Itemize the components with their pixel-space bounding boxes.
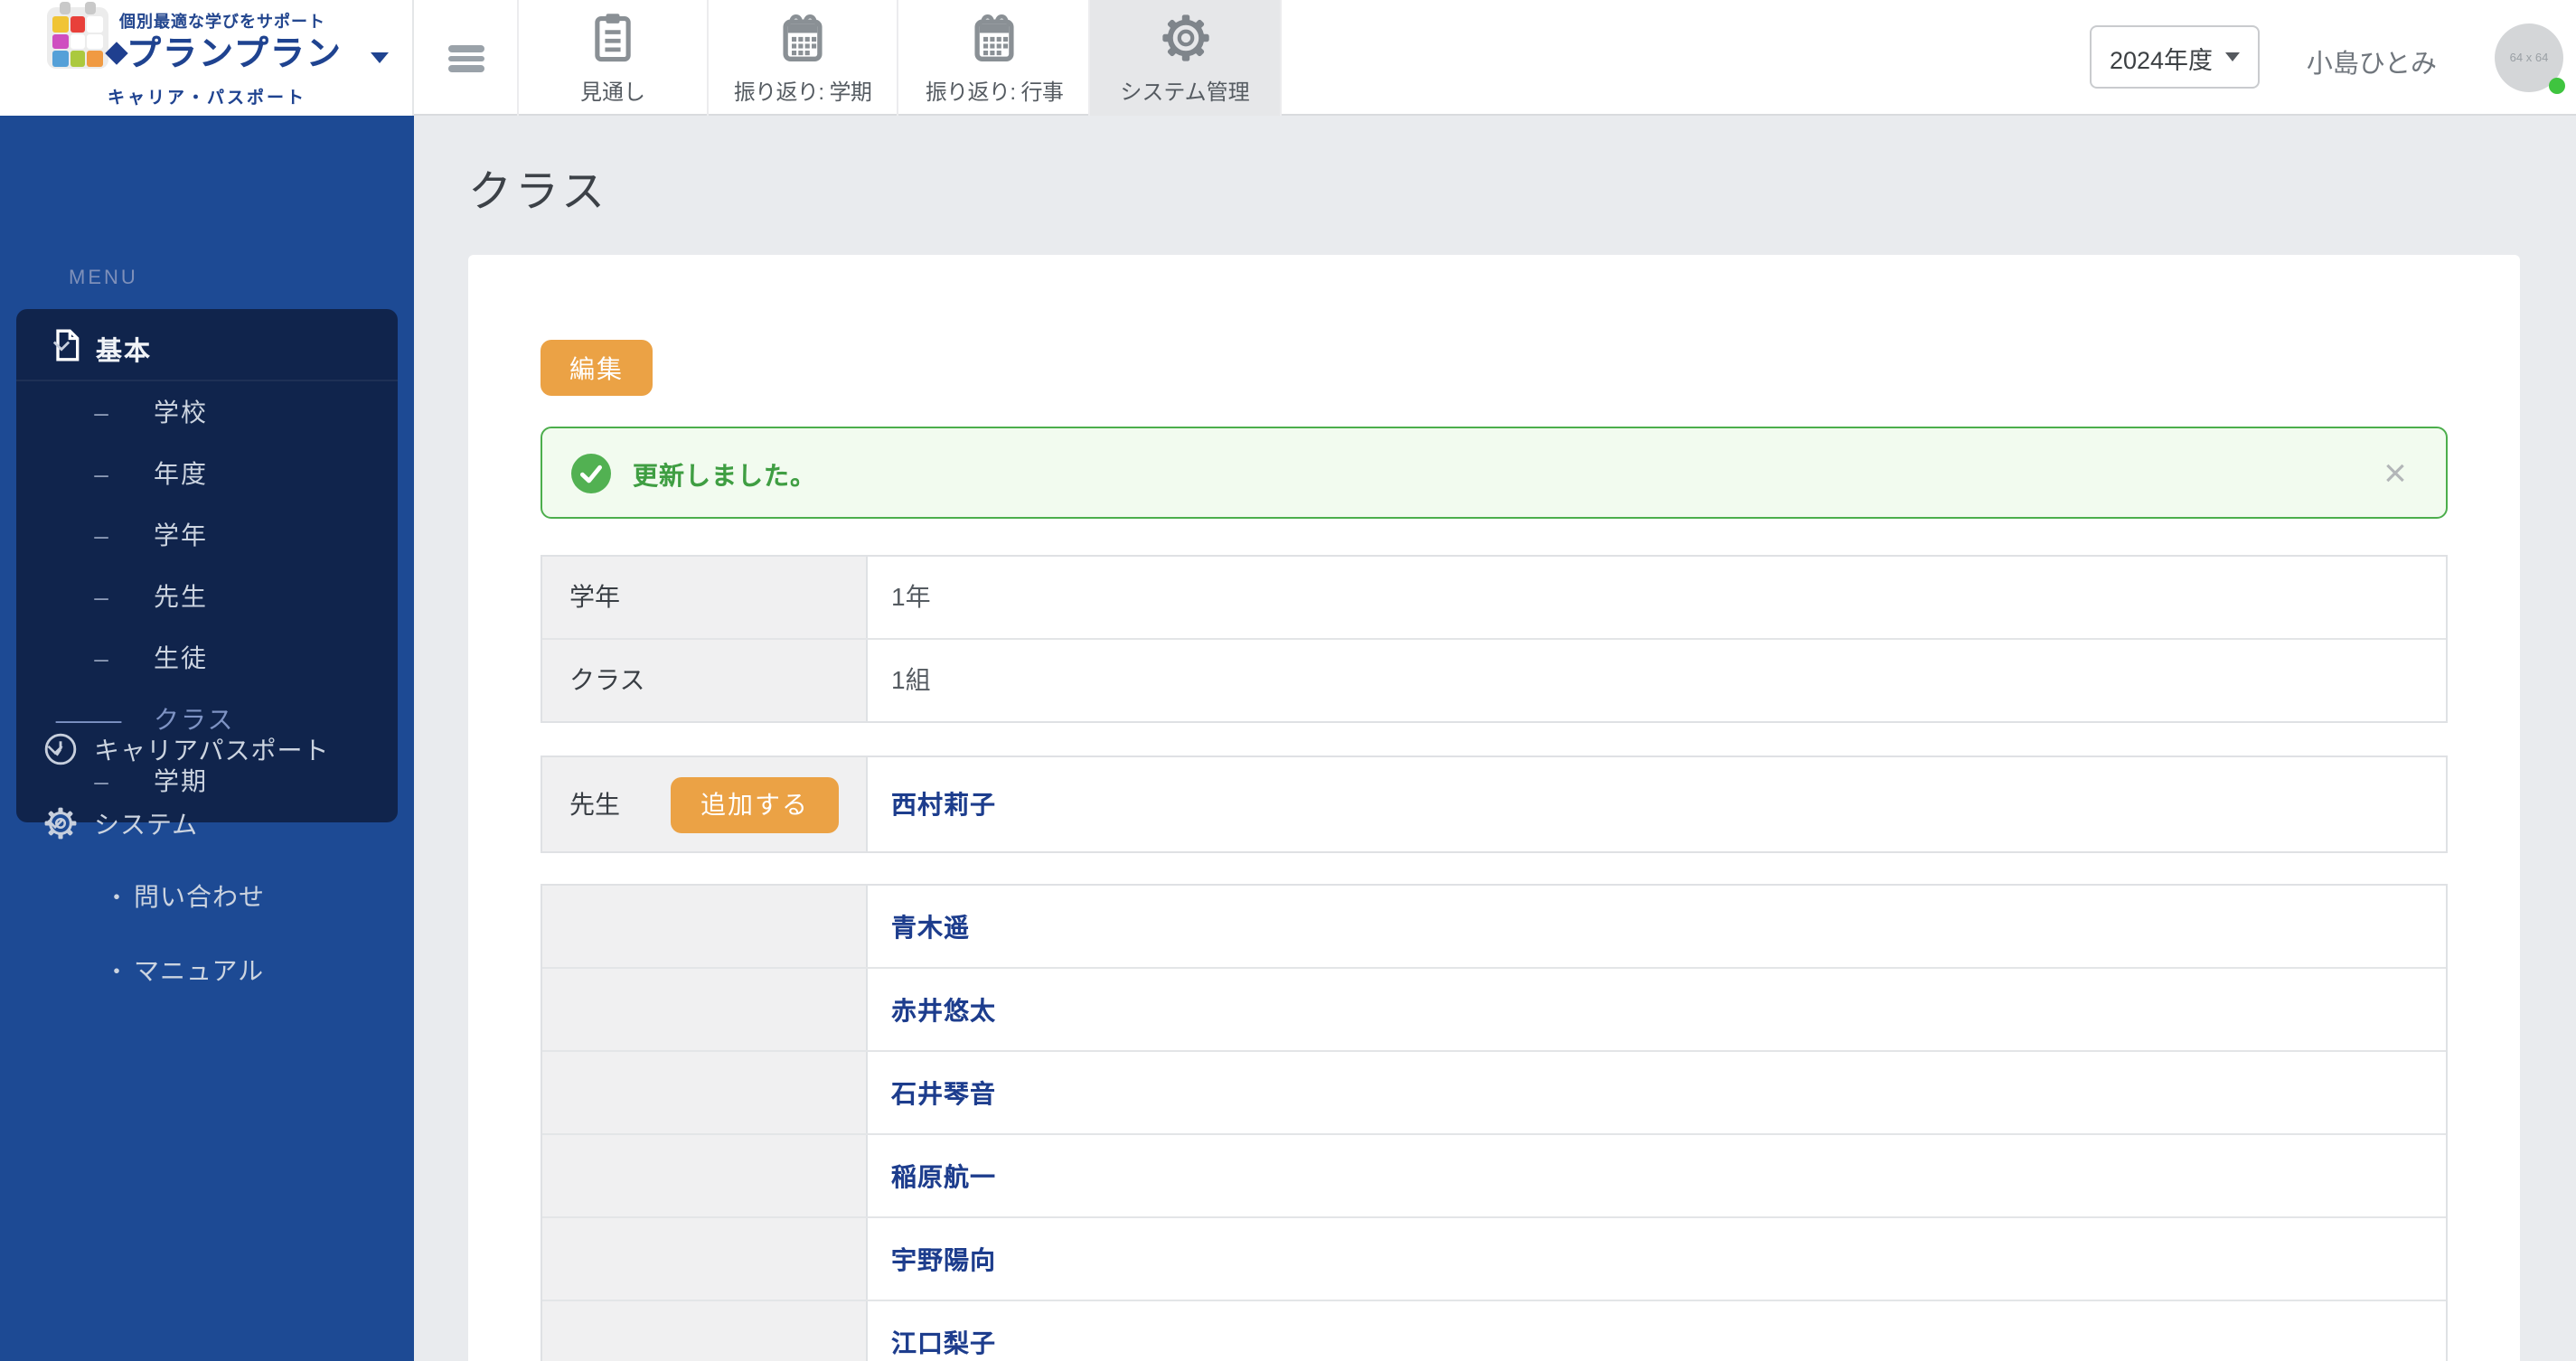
row-label: 学年 — [542, 557, 868, 637]
online-status-dot — [2549, 78, 2565, 94]
student-link[interactable]: 江口梨子 — [891, 1325, 996, 1361]
sidebar-item-sensei[interactable]: – 先生 — [16, 566, 398, 627]
hamburger-icon — [448, 55, 484, 61]
year-selector[interactable]: 2024年度 — [2090, 25, 2260, 89]
page-title: クラス — [468, 168, 609, 217]
user-name: 小島ひとみ — [2306, 51, 2438, 80]
brand-subtitle: キャリア・パスポート — [107, 89, 306, 108]
sidebar-item-manual[interactable]: ・ マニュアル — [0, 934, 414, 1000]
chevron-down-icon — [52, 341, 71, 352]
table-row: 赤井悠太 — [542, 969, 2446, 1052]
check-circle-icon — [571, 454, 611, 493]
row-label — [542, 1218, 868, 1300]
calendar-icon — [783, 14, 823, 61]
table-row: 江口梨子 — [542, 1301, 2446, 1361]
brand-logo[interactable]: 個別最適な学びをサポート プランプラン キャリア・パスポート — [0, 0, 414, 116]
row-label — [542, 1052, 868, 1133]
tab-mitoshi[interactable]: 見通し — [519, 0, 709, 116]
chevron-down-icon — [2225, 52, 2241, 61]
row-label — [542, 1135, 868, 1216]
diamond-icon — [105, 42, 128, 65]
row-label: クラス — [542, 639, 868, 721]
student-link[interactable]: 青木遥 — [891, 908, 970, 944]
table-row: 石井琴音 — [542, 1052, 2446, 1135]
sidebar-item-inquiry[interactable]: ・ 問い合わせ — [0, 860, 414, 925]
gear-icon — [1161, 14, 1208, 61]
table-row: 学年 1年 — [542, 557, 2446, 639]
brand-name: プランプラン — [127, 36, 343, 74]
sidebar: MENU 基本 – 学校 – 年度 – 学年 – 先生 – 生徒 — クラス –… — [0, 116, 414, 1361]
hamburger-menu-button[interactable] — [414, 0, 519, 116]
tab-furikaeri-gyoji[interactable]: 振り返り: 行事 — [900, 0, 1090, 116]
row-label — [542, 969, 868, 1050]
sidebar-item-system[interactable]: システム — [0, 788, 414, 857]
add-teacher-button[interactable]: 追加する — [671, 776, 839, 832]
hamburger-icon — [448, 45, 484, 52]
hamburger-icon — [448, 65, 484, 71]
calendar-logo-icon — [47, 2, 108, 69]
row-label: 先生 追加する — [542, 757, 868, 851]
students-table: 青木遥 赤井悠太 石井琴音 稲原航一 宇野陽向 江口梨子 — [541, 884, 2448, 1361]
class-detail-card: 編集 更新しました。 × 学年 1年 クラス 1組 先生 追加する 西村莉子 青… — [468, 255, 2520, 1361]
success-alert: 更新しました。 × — [541, 427, 2448, 519]
student-link[interactable]: 稲原航一 — [891, 1158, 996, 1194]
sidebar-item-gakko[interactable]: – 学校 — [16, 381, 398, 443]
close-icon[interactable]: × — [2370, 448, 2421, 499]
top-header: 個別最適な学びをサポート プランプラン キャリア・パスポート 見通し 振り返り:… — [0, 0, 2576, 116]
student-link[interactable]: 赤井悠太 — [891, 991, 996, 1028]
tab-furikaeri-gakki[interactable]: 振り返り: 学期 — [709, 0, 898, 116]
sidebar-item-basic[interactable]: 基本 — [16, 309, 398, 381]
main-content: クラス 編集 更新しました。 × 学年 1年 クラス 1組 先生 追加する 西村… — [414, 116, 2576, 1361]
row-label — [542, 1301, 868, 1361]
chevron-down-icon — [371, 52, 389, 63]
sidebar-item-nendo[interactable]: – 年度 — [16, 443, 398, 504]
table-row: クラス 1組 — [542, 639, 2446, 721]
teacher-table: 先生 追加する 西村莉子 — [541, 756, 2448, 853]
table-row: 稲原航一 — [542, 1135, 2446, 1218]
row-value: 1年 — [868, 557, 2446, 637]
clipboard-icon — [595, 14, 631, 62]
edit-button[interactable]: 編集 — [541, 340, 653, 396]
table-row: 宇野陽向 — [542, 1218, 2446, 1301]
calendar-icon — [974, 14, 1014, 61]
sidebar-item-gakunen[interactable]: – 学年 — [16, 504, 398, 566]
row-value: 1組 — [868, 639, 2446, 721]
row-label — [542, 886, 868, 967]
teacher-link[interactable]: 西村莉子 — [891, 786, 996, 822]
student-link[interactable]: 宇野陽向 — [891, 1241, 996, 1277]
chevron-down-icon — [47, 745, 63, 756]
app-viewport: 個別最適な学びをサポート プランプラン キャリア・パスポート 見通し 振り返り:… — [0, 0, 2576, 1361]
chevron-down-icon — [47, 819, 63, 830]
alert-message: 更新しました。 — [633, 461, 816, 490]
sidebar-item-seito[interactable]: – 生徒 — [16, 627, 398, 689]
student-link[interactable]: 石井琴音 — [891, 1075, 996, 1111]
table-row: 青木遥 — [542, 886, 2446, 969]
avatar[interactable]: 64 x 64 — [2495, 23, 2565, 94]
tab-system-admin[interactable]: システム管理 — [1090, 0, 1282, 116]
sidebar-item-career-passport[interactable]: キャリアパスポート — [0, 714, 414, 783]
table-row: 先生 追加する 西村莉子 — [542, 757, 2446, 851]
class-info-table: 学年 1年 クラス 1組 — [541, 555, 2448, 723]
menu-section-label: MENU — [69, 268, 138, 289]
